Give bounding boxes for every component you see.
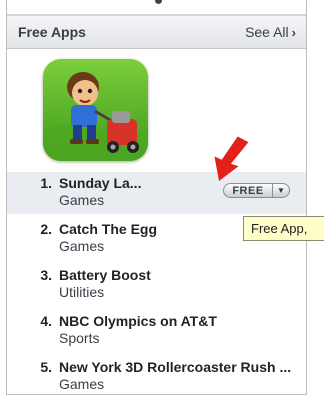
free-download-button[interactable]: FREE ▼	[223, 183, 290, 198]
lawn-mower-boy-game-icon	[43, 59, 148, 161]
app-name: Sunday La...	[59, 175, 142, 191]
store-panel: Free Apps See All › 1. Sunday La... Game…	[6, 0, 307, 395]
app-list-item[interactable]: 5. New York 3D Rollercoaster Rush ... Ga…	[7, 356, 306, 400]
app-name: NBC Olympics on AT&T	[59, 313, 217, 329]
app-name: Catch The Egg	[59, 221, 158, 237]
chevron-down-icon[interactable]: ▼	[272, 183, 290, 198]
red-pointer-arrow-icon	[214, 136, 249, 181]
section-title: Free Apps	[18, 24, 86, 40]
app-category: Games	[59, 376, 105, 392]
chevron-right-icon: ›	[291, 24, 296, 40]
app-rank: 2.	[40, 221, 52, 237]
free-button-label[interactable]: FREE	[223, 183, 272, 198]
featured-app-icon[interactable]	[43, 59, 148, 161]
app-category: Utilities	[59, 284, 105, 300]
app-rank: 1.	[40, 175, 52, 191]
app-name: New York 3D Rollercoaster Rush ...	[59, 359, 292, 375]
app-list-item[interactable]: 4. NBC Olympics on AT&T Sports	[7, 310, 306, 354]
app-category: Games	[59, 238, 105, 254]
app-category: Games	[59, 192, 105, 208]
tooltip: Free App,	[243, 216, 324, 241]
section-header: Free Apps See All ›	[7, 15, 306, 49]
see-all-label: See All	[245, 24, 289, 40]
app-rank: 4.	[40, 313, 52, 329]
app-rank: 5.	[40, 359, 52, 375]
app-category: Sports	[59, 330, 100, 346]
app-list-item[interactable]: 3. Battery Boost Utilities	[7, 264, 306, 308]
see-all-link[interactable]: See All ›	[245, 24, 296, 40]
cut-off-glyph	[155, 0, 162, 4]
app-name: Battery Boost	[59, 267, 151, 283]
app-rank: 3.	[40, 267, 52, 283]
previous-section-edge	[7, 0, 306, 15]
